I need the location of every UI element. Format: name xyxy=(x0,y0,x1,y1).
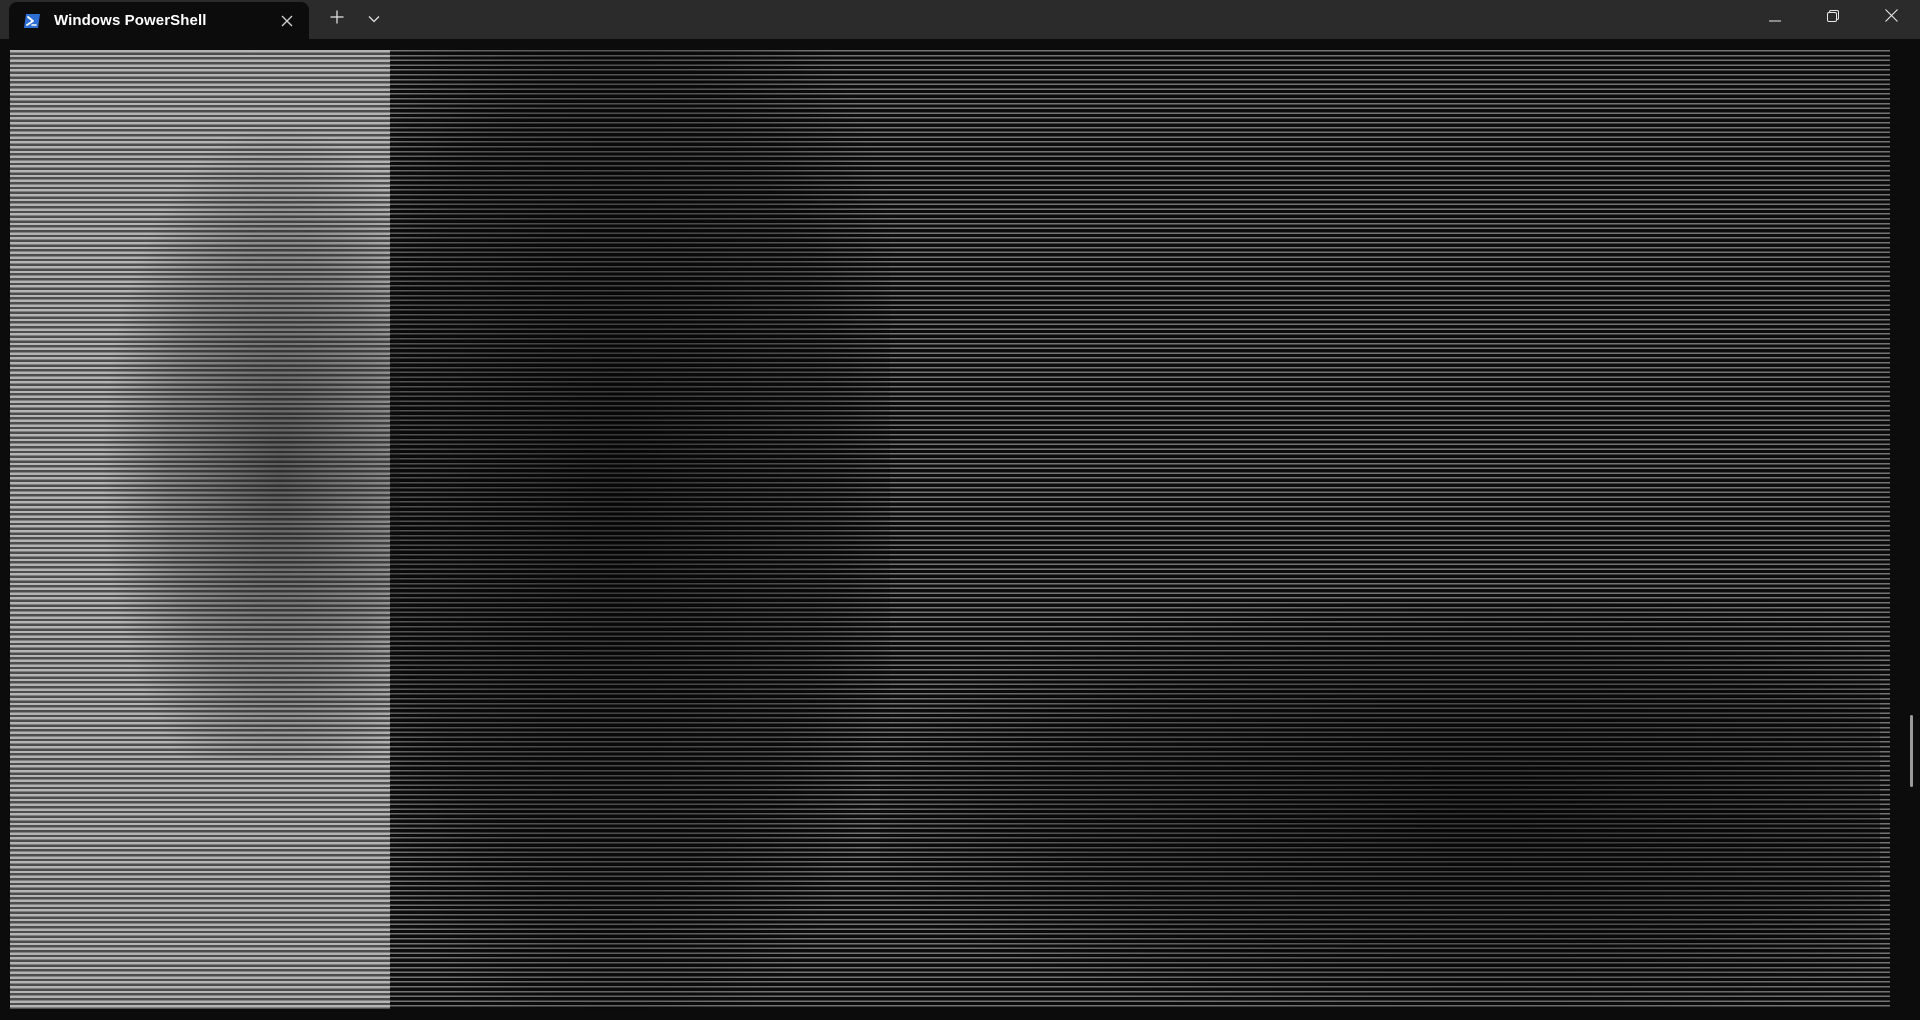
tab-title: Windows PowerShell xyxy=(54,12,207,29)
ascii-art-light-region xyxy=(10,50,390,1009)
close-icon xyxy=(1884,9,1898,27)
restore-icon xyxy=(1827,9,1839,27)
restore-button[interactable] xyxy=(1804,0,1862,36)
minimize-icon xyxy=(1769,9,1781,27)
terminal-window: Windows PowerShell xyxy=(0,0,1920,1020)
new-tab-button[interactable] xyxy=(321,4,353,34)
profile-dropdown-button[interactable] xyxy=(358,4,390,34)
scrollbar-thumb[interactable] xyxy=(1910,715,1913,787)
minimize-button[interactable] xyxy=(1746,0,1804,36)
title-bar[interactable]: Windows PowerShell xyxy=(0,0,1920,39)
close-window-button[interactable] xyxy=(1862,0,1920,36)
scrollbar[interactable] xyxy=(1906,39,1914,1020)
terminal-output[interactable] xyxy=(0,39,1920,1020)
tab-windows-powershell[interactable]: Windows PowerShell xyxy=(9,2,309,39)
plus-icon xyxy=(330,10,344,29)
chevron-down-icon xyxy=(368,10,380,28)
close-icon[interactable] xyxy=(277,11,297,31)
powershell-icon xyxy=(23,13,41,29)
